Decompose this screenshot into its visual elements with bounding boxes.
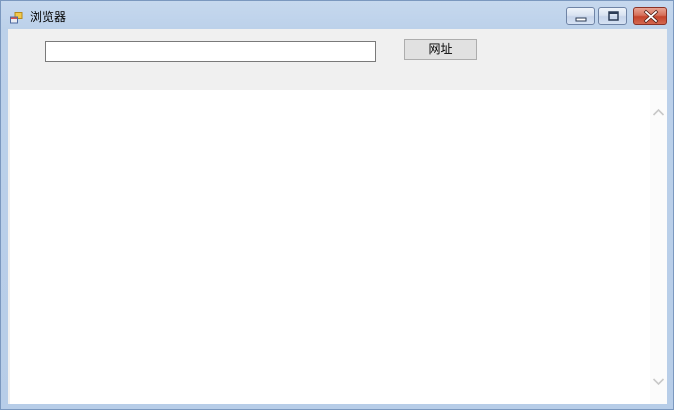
window-title: 浏览器 [30,10,67,24]
title-bar[interactable]: 浏览器 [1,1,673,29]
chevron-up-icon[interactable] [650,104,667,121]
close-button[interactable] [633,7,667,25]
minimize-icon [575,17,587,22]
client-area: 网址 [8,29,667,404]
address-toolbar: 网址 [8,29,667,89]
vertical-scrollbar[interactable] [650,90,667,404]
chevron-down-icon[interactable] [650,373,667,390]
web-browser-view[interactable] [10,90,667,404]
maximize-icon [608,11,619,21]
minimize-button[interactable] [566,7,595,25]
app-window-icon [10,10,23,24]
app-window: 浏览器 网址 [0,0,674,410]
url-input[interactable] [45,41,376,62]
maximize-button[interactable] [598,7,627,25]
close-icon [643,9,659,24]
go-button[interactable]: 网址 [404,39,477,60]
